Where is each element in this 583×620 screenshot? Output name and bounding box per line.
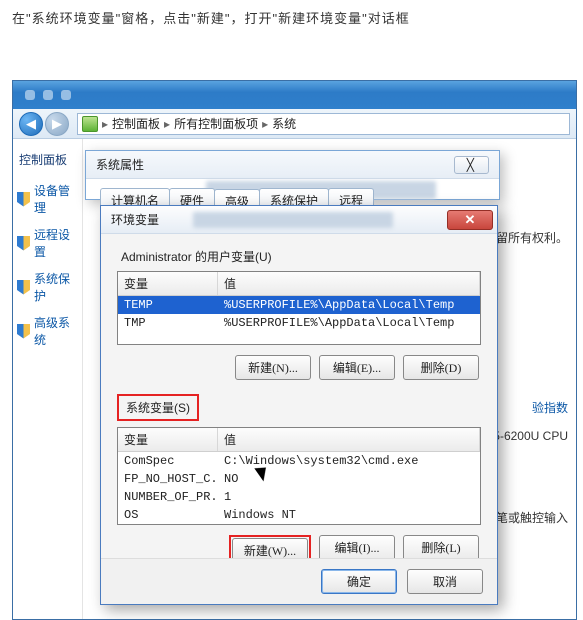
dialog-titlebar[interactable]: 环境变量 ✕ (101, 206, 497, 234)
ok-button[interactable]: 确定 (321, 569, 397, 594)
cell-var: NUMBER_OF_PR... (118, 488, 218, 506)
instruction-text: 在"系统环境变量"窗格，点击"新建"，打开"新建环境变量"对话框 (0, 0, 583, 57)
sidebar-item-label: 高级系统 (34, 314, 78, 348)
fragment-text: i5-6200U CPU (491, 429, 568, 443)
nav-back-button[interactable]: ◀ (19, 112, 43, 136)
window-titlebar[interactable] (13, 81, 576, 109)
shield-icon (17, 192, 30, 207)
user-vars-button-row: 新建(N)... 编辑(E)... 删除(D) (117, 355, 479, 380)
dialog-titlebar[interactable]: 系统属性 ╳ (86, 151, 499, 179)
dialog-title: 环境变量 (111, 211, 159, 228)
sidebar-item-sysprotect[interactable]: 系统保护 (17, 270, 78, 304)
list-row[interactable]: FP_NO_HOST_C... NO (118, 470, 480, 488)
dialog-footer: 确定 取消 (101, 558, 497, 604)
close-button[interactable]: ✕ (447, 210, 493, 230)
sidebar-item-remote[interactable]: 远程设置 (17, 226, 78, 260)
shield-icon (17, 280, 30, 295)
sidebar-item-label: 系统保护 (34, 270, 78, 304)
col-variable[interactable]: 变量 (118, 272, 218, 295)
cell-var: ComSpec (118, 452, 218, 470)
user-edit-button[interactable]: 编辑(E)... (319, 355, 395, 380)
dialog-title: 系统属性 (96, 156, 144, 173)
blurred-region (193, 212, 393, 228)
nav-forward-button[interactable]: ▶ (45, 112, 69, 136)
list-header[interactable]: 变量 值 (118, 428, 480, 452)
system-icon (82, 116, 98, 132)
list-header[interactable]: 变量 值 (118, 272, 480, 296)
shield-icon (17, 236, 30, 251)
wei-link[interactable]: 验指数 (532, 399, 568, 416)
cell-var: OS (118, 506, 218, 524)
cell-var: TMP (118, 314, 218, 332)
close-button[interactable]: ╳ (454, 156, 489, 174)
sidebar-item-device-mgr[interactable]: 设备管理 (17, 182, 78, 216)
cell-val: Windows NT (218, 506, 480, 524)
sys-vars-list[interactable]: 变量 值 ComSpec C:\Windows\system32\cmd.exe… (117, 427, 481, 525)
highlight-sys-label: 系统变量(S) (117, 394, 199, 421)
breadcrumb-seg[interactable]: 所有控制面板项 (174, 115, 258, 132)
sidebar-header: 控制面板 (17, 151, 78, 168)
env-vars-dialog: 环境变量 ✕ Administrator 的用户变量(U) 变量 值 TEMP … (100, 205, 498, 605)
cell-val: NO (218, 470, 480, 488)
fragment-text: 留所有权利。 (496, 229, 568, 246)
breadcrumb-seg[interactable]: 控制面板 (112, 115, 160, 132)
chevron-right-icon: ▸ (260, 117, 270, 131)
cell-val: %USERPROFILE%\AppData\Local\Temp (218, 314, 480, 332)
cell-val: 1 (218, 488, 480, 506)
list-row[interactable]: OS Windows NT (118, 506, 480, 524)
chevron-right-icon: ▸ (100, 117, 110, 131)
list-row[interactable]: TMP %USERPROFILE%\AppData\Local\Temp (118, 314, 480, 332)
user-delete-button[interactable]: 删除(D) (403, 355, 479, 380)
col-value[interactable]: 值 (218, 428, 480, 451)
list-row[interactable]: TEMP %USERPROFILE%\AppData\Local\Temp (118, 296, 480, 314)
cell-var: FP_NO_HOST_C... (118, 470, 218, 488)
shield-icon (17, 324, 30, 339)
window-corner-decor (19, 90, 71, 100)
cell-var: TEMP (118, 296, 218, 314)
cell-val: %USERPROFILE%\AppData\Local\Temp (218, 296, 480, 314)
chevron-right-icon: ▸ (162, 117, 172, 131)
breadcrumb-seg[interactable]: 系统 (272, 115, 296, 132)
user-vars-list[interactable]: 变量 值 TEMP %USERPROFILE%\AppData\Local\Te… (117, 271, 481, 345)
sys-vars-label: 系统变量(S) (120, 397, 196, 418)
col-variable[interactable]: 变量 (118, 428, 218, 451)
sidebar-item-label: 设备管理 (34, 182, 78, 216)
breadcrumb[interactable]: ▸ 控制面板 ▸ 所有控制面板项 ▸ 系统 (77, 113, 570, 135)
col-value[interactable]: 值 (218, 272, 480, 295)
list-row[interactable]: ComSpec C:\Windows\system32\cmd.exe (118, 452, 480, 470)
list-row[interactable]: NUMBER_OF_PR... 1 (118, 488, 480, 506)
sidebar-item-advanced[interactable]: 高级系统 (17, 314, 78, 348)
control-panel-sidebar: 控制面板 设备管理 远程设置 系统保护 高级系统 (13, 139, 83, 619)
user-vars-label: Administrator 的用户变量(U) (121, 248, 481, 265)
cancel-button[interactable]: 取消 (407, 569, 483, 594)
explorer-toolbar: ◀ ▶ ▸ 控制面板 ▸ 所有控制面板项 ▸ 系统 (13, 109, 576, 139)
cell-val: C:\Windows\system32\cmd.exe (218, 452, 480, 470)
user-new-button[interactable]: 新建(N)... (235, 355, 311, 380)
sidebar-item-label: 远程设置 (34, 226, 78, 260)
